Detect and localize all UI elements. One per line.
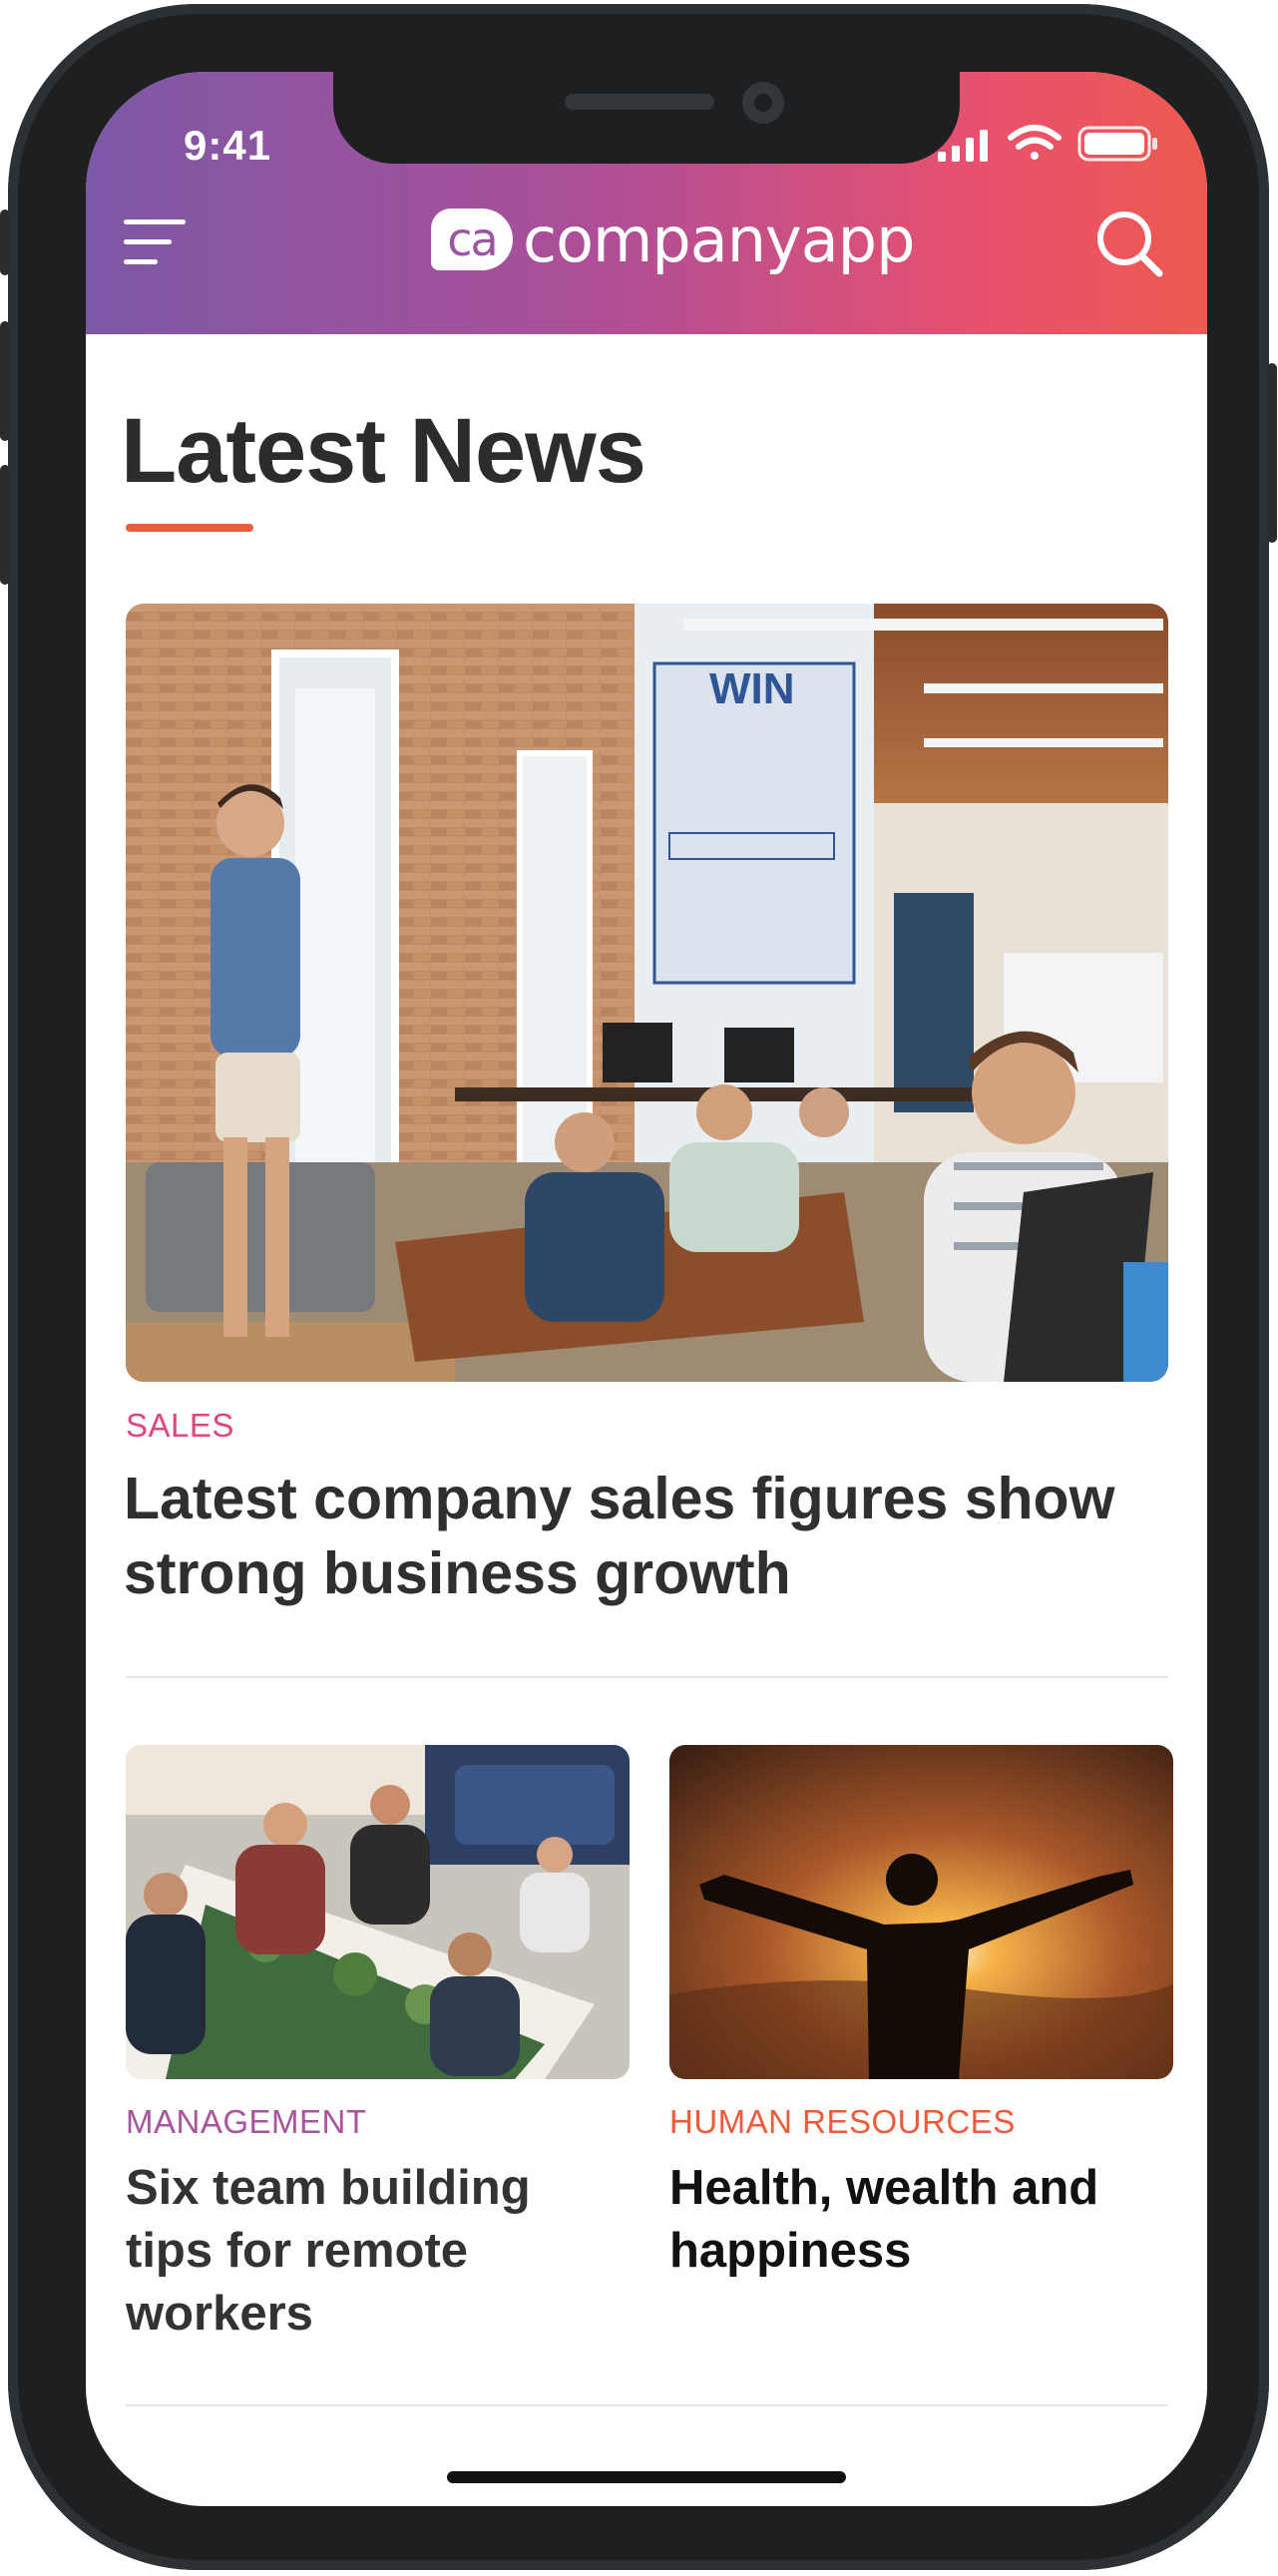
article-divider-bottom: [126, 2404, 1168, 2406]
card-1-category[interactable]: MANAGEMENT: [126, 2103, 367, 2141]
power-button: [1267, 363, 1277, 543]
search-icon[interactable]: [1093, 208, 1165, 279]
cellular-signal-icon: [938, 130, 988, 162]
card-2-headline[interactable]: Health, wealth and happiness: [669, 2157, 1148, 2283]
app-screen: 9:41 ca companyapp Latest News WIN SALES…: [86, 72, 1207, 2506]
battery-icon: [1077, 126, 1157, 162]
company-logo: ca companyapp: [431, 200, 915, 279]
front-camera: [742, 82, 784, 124]
app-header: 9:41 ca companyapp: [86, 72, 1207, 334]
card-2-category[interactable]: HUMAN RESOURCES: [669, 2103, 1016, 2141]
wifi-icon: [1008, 125, 1062, 160]
home-indicator[interactable]: [447, 2471, 846, 2483]
article-divider: [126, 1676, 1168, 1678]
logo-badge: ca: [431, 209, 513, 270]
volume-up-button: [0, 321, 10, 441]
volume-down-button: [0, 465, 10, 585]
logo-wordmark: companyapp: [523, 203, 915, 276]
page-title: Latest News: [121, 400, 646, 502]
status-icons: [938, 124, 1167, 164]
hamburger-menu-icon[interactable]: [124, 219, 190, 271]
card-1-headline[interactable]: Six team building tips for remote worker…: [126, 2157, 605, 2346]
speaker-grille: [565, 94, 714, 110]
sunset-silhouette-image[interactable]: [669, 1745, 1173, 2079]
team-workshop-image[interactable]: [126, 1745, 630, 2079]
title-underline: [126, 524, 253, 532]
device-notch: [333, 72, 960, 164]
status-time: 9:41: [184, 122, 272, 169]
featured-article-image[interactable]: WIN: [126, 604, 1168, 1382]
mute-switch: [0, 210, 10, 275]
featured-headline[interactable]: Latest company sales figures show strong…: [124, 1462, 1171, 1611]
phone-frame: 9:41 ca companyapp Latest News WIN SALES…: [0, 4, 1277, 2570]
featured-category[interactable]: SALES: [126, 1407, 234, 1445]
svg-text:WIN: WIN: [709, 664, 795, 713]
